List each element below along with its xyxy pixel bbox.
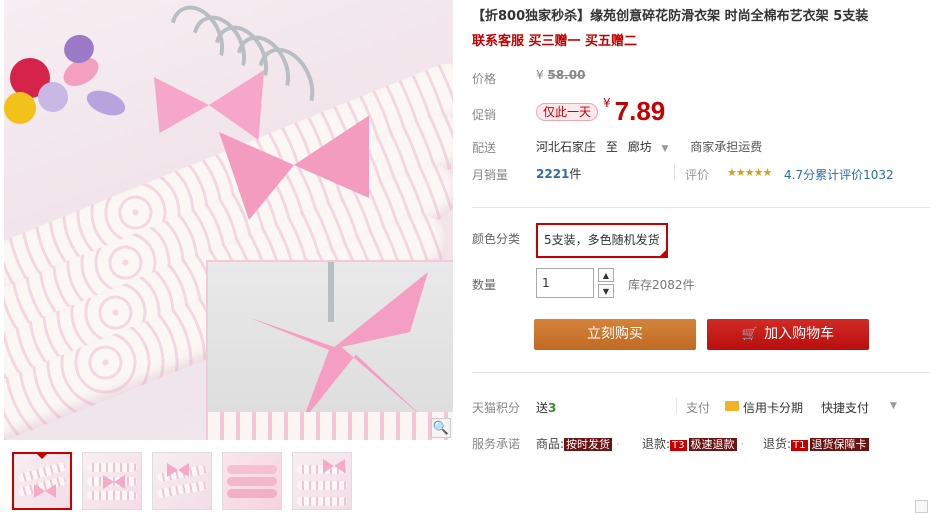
currency-symbol: ¥ [603, 96, 611, 110]
quick-pay[interactable]: 快捷支付 [821, 399, 869, 416]
add-to-cart-button[interactable]: 🛒 加入购物车 [707, 319, 869, 350]
price-label: 价格 [472, 72, 497, 86]
sales-unit: 件 [569, 167, 582, 181]
thumbnail-hanger [297, 497, 347, 506]
flower-decoration [83, 85, 129, 121]
thumbnail-hanger [87, 463, 137, 472]
buy-now-button[interactable]: 立刻购买 [534, 319, 696, 350]
original-price-value: 58.00 [547, 68, 586, 82]
points-label: 天猫积分 [472, 401, 521, 415]
service-item-return[interactable]: 退货: T1 退货保障卡 [763, 435, 869, 452]
service-tag: 极速退款 [688, 438, 737, 451]
divider [472, 207, 930, 208]
sales-label: 月销量 [472, 168, 509, 182]
service-label: 服务承诺 [472, 437, 521, 451]
ship-destination: 廊坊 [627, 140, 652, 154]
cart-icon: 🛒 [741, 327, 759, 342]
thumbnail-hanger [227, 477, 277, 486]
quantity-label: 数量 [472, 278, 497, 292]
quantity-up-button[interactable]: ▲ [598, 268, 614, 282]
promo-tag: 仅此一天 [536, 103, 599, 121]
thumbnail-strip [12, 452, 352, 510]
ribbon-bow [154, 70, 264, 140]
sku-label: 颜色分类 [472, 232, 521, 246]
promo-label: 促销 [472, 108, 497, 122]
separator: · [740, 437, 745, 451]
chevron-down-icon: ▼ [661, 144, 669, 154]
ship-destination-select[interactable]: 廊坊 ▼ [628, 140, 675, 154]
service-item-refund[interactable]: 退款: T3 极速退款 · [642, 435, 748, 452]
thumbnail-hanger [87, 491, 137, 500]
thumbnail-hanger [297, 481, 347, 490]
review-label: 评价 [685, 168, 710, 182]
thumbnail-4[interactable] [222, 452, 282, 510]
currency-symbol: ¥ [536, 68, 544, 82]
thumbnail-1[interactable] [12, 452, 72, 510]
divider [674, 164, 675, 180]
shipping-info: 河北石家庄 至 廊坊 ▼ 商家承担运费 [536, 138, 768, 155]
review-summary-link[interactable]: 4.7分累计评价1032 [784, 166, 894, 183]
flower-decoration [4, 92, 36, 124]
service-badge: T3 [670, 440, 687, 451]
service-tag: 按时发货 [564, 438, 613, 451]
shipping-label: 配送 [472, 141, 497, 155]
sku-option-text: 5支装，多色随机发货 [544, 233, 660, 247]
points-value: 送3 [536, 399, 556, 416]
ship-from: 河北石家庄 [536, 140, 597, 154]
credit-card-icon [725, 401, 739, 411]
service-prefix: 商品: [536, 437, 565, 451]
rating-stars-icon: ★★★★★ [727, 166, 772, 179]
points-prefix: 送 [536, 401, 549, 415]
zoom-icon[interactable]: 🔍 [431, 418, 451, 438]
promo-price: ¥7.89 [603, 96, 665, 127]
original-price: ¥ 58.00 [536, 68, 585, 82]
hook-stem [328, 262, 334, 322]
quantity-input[interactable]: 1 [536, 268, 594, 298]
service-badge: T1 [791, 440, 808, 451]
divider [472, 372, 930, 373]
ship-to-word: 至 [605, 140, 618, 154]
divider [676, 398, 677, 414]
thumbnail-3[interactable] [152, 452, 212, 510]
thumbnail-5[interactable] [292, 452, 352, 510]
sales-count: 2221 [536, 167, 570, 181]
quantity-down-button[interactable]: ▼ [598, 284, 614, 298]
sku-option-selected[interactable]: 5支装，多色随机发货 ✓ [536, 223, 668, 258]
separator: · [616, 437, 620, 451]
credit-installment[interactable]: 信用卡分期 [743, 399, 803, 416]
chevron-down-icon[interactable]: ▼ [890, 401, 897, 411]
promo-price-value: 7.89 [614, 96, 666, 126]
product-main-image[interactable]: 🔍 [4, 0, 453, 440]
thumbnail-2[interactable] [82, 452, 142, 510]
product-title: 【折800独家秒杀】缘苑创意碎花防滑衣架 时尚全棉布艺衣架 5支装 [472, 9, 869, 24]
shipping-fee: 商家承担运费 [690, 140, 763, 154]
scroll-corner[interactable] [915, 500, 928, 513]
active-indicator-icon [36, 454, 48, 459]
service-prefix: 退款: [642, 437, 671, 451]
thumbnail-hanger [227, 465, 277, 474]
thumbnail-hanger [227, 489, 277, 498]
ribbon-bow [248, 272, 428, 422]
service-tag: 退货保障卡 [809, 438, 869, 451]
service-item-delivery[interactable]: 商品: 按时发货 · [536, 435, 624, 452]
flower-decoration [38, 82, 68, 112]
monthly-sales: 2221件 [536, 165, 581, 182]
payment-label: 支付 [686, 401, 711, 415]
points-number: 3 [548, 401, 557, 415]
hanger-body [208, 412, 453, 440]
thumbnail-hanger [156, 464, 208, 483]
service-prefix: 退货: [763, 437, 792, 451]
inset-detail-image [206, 260, 453, 440]
add-to-cart-label: 加入购物车 [764, 326, 835, 342]
check-icon: ✓ [659, 237, 666, 245]
product-subtitle[interactable]: 联系客服 买三赠一 买五赠二 [472, 30, 637, 49]
stock-info: 库存2082件 [628, 278, 695, 292]
thumbnail-hanger [156, 480, 208, 499]
